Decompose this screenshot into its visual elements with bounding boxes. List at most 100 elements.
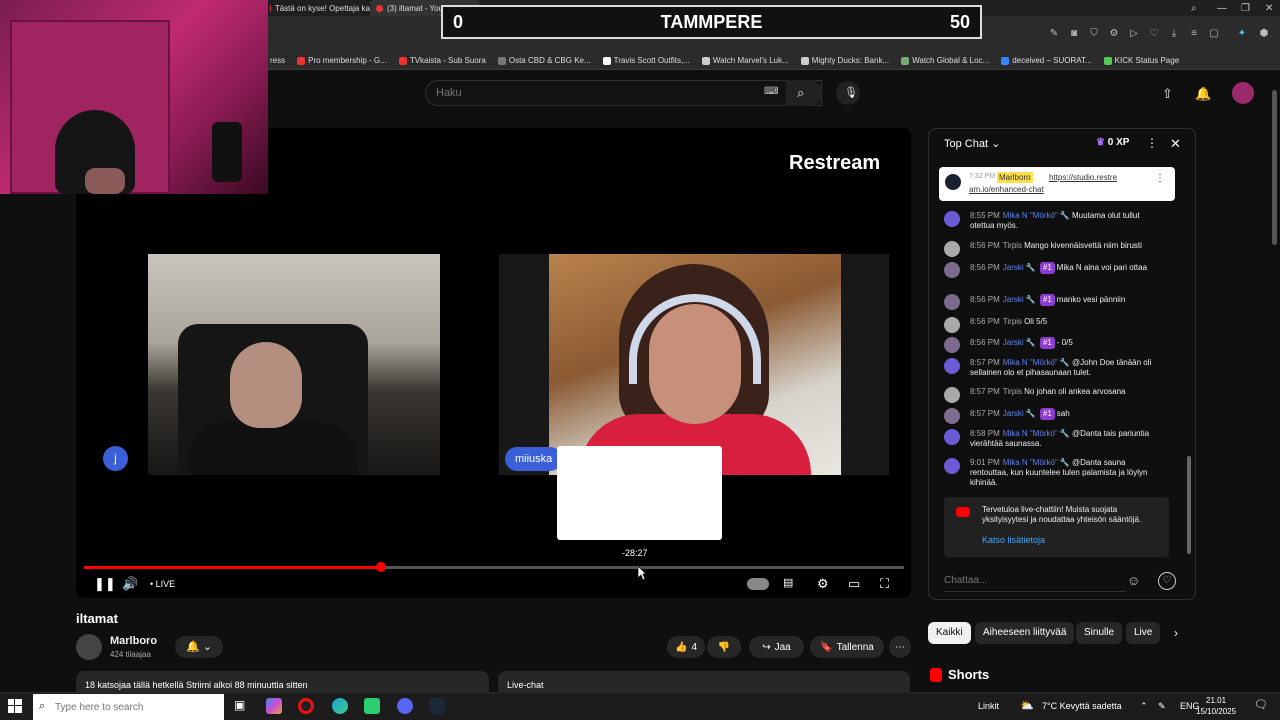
menu-icon[interactable]: ≡ [1188, 28, 1200, 40]
browser-tab[interactable]: Tästä on kyse! Opettaja ka [270, 0, 370, 16]
links-label[interactable]: Linkit [978, 701, 999, 711]
avatar[interactable] [944, 262, 960, 278]
like-button[interactable]: 👍 4 [667, 636, 705, 658]
emoji-icon[interactable]: ☺ [1127, 573, 1140, 588]
tray-chevron-icon[interactable]: ⌃ [1140, 701, 1148, 712]
avatar[interactable] [944, 429, 960, 445]
close-chat-icon[interactable]: ✕ [1170, 136, 1181, 152]
pinned-message[interactable]: 7:32 PM Marlboro https://studio.restre a… [939, 167, 1175, 201]
heart-icon[interactable]: ♡ [1158, 572, 1176, 590]
channel-name[interactable]: Marlboro [110, 635, 157, 647]
search-bar[interactable]: ⌨ [425, 80, 822, 106]
heart-icon[interactable]: ♡ [1148, 28, 1160, 40]
message-author[interactable]: Tirpis [1003, 317, 1022, 326]
chat-mode-selector[interactable]: Top Chat ⌄ [944, 137, 1000, 150]
edit-icon[interactable]: ✎ [1048, 28, 1060, 40]
page-scrollbar[interactable] [1272, 90, 1277, 245]
notification-center-icon[interactable]: 🗨 [1254, 698, 1268, 711]
save-button[interactable]: 🔖 Tallenna [810, 636, 884, 658]
share-button[interactable]: ↪ Jaa [749, 636, 804, 658]
shield-icon[interactable]: ⛉ [1088, 28, 1100, 40]
upload-icon[interactable]: ⇧ [1162, 86, 1173, 102]
bookmark[interactable]: ress [270, 56, 285, 65]
more-icon[interactable]: ⋮ [1155, 173, 1165, 184]
task-view-icon[interactable]: ▣ [234, 698, 250, 714]
notifications-bell-icon[interactable]: 🔔 [1195, 86, 1211, 102]
message-author[interactable]: Mika N "Mörkö" [1003, 458, 1058, 467]
minimize-icon[interactable]: — [1217, 3, 1227, 14]
captions-icon[interactable]: ▤ [783, 576, 793, 589]
learn-more-link[interactable]: Katso lisätietoja [982, 535, 1045, 545]
app-icon[interactable] [364, 698, 380, 714]
channel-avatar[interactable] [76, 634, 102, 660]
message-author[interactable]: Tirpis [1003, 387, 1022, 396]
message-author[interactable]: Mika N "Mörkö" [1003, 429, 1058, 438]
avatar[interactable] [944, 387, 960, 403]
bookmark[interactable]: TVkaista - Sub Suora [398, 56, 486, 65]
avatar[interactable] [944, 337, 960, 353]
extension-icon[interactable]: ✦ [1236, 28, 1248, 40]
discord-icon[interactable] [397, 698, 413, 714]
chat-input[interactable] [944, 570, 1126, 592]
download-icon[interactable]: ⤓ [1168, 28, 1180, 40]
weather-text[interactable]: 7°C Kevyttä sadetta [1042, 701, 1122, 711]
message-link[interactable]: https://studio.restre [1049, 173, 1117, 182]
avatar[interactable] [944, 211, 960, 227]
search-tabs-icon[interactable]: ⌕ [1191, 3, 1197, 14]
chat-menu-icon[interactable]: ⋮ [1146, 136, 1158, 150]
bookmark[interactable]: Watch Marvel's Luk... [701, 56, 789, 65]
autoplay-toggle[interactable] [747, 578, 769, 590]
chip-related[interactable]: Aiheeseen liittyvää [975, 622, 1075, 644]
progress-scrubber[interactable] [376, 562, 386, 572]
steam-icon[interactable] [429, 698, 445, 714]
gear-icon[interactable]: ⚙ [1108, 28, 1120, 40]
avatar[interactable] [944, 294, 960, 310]
bookmark[interactable]: Mighty Ducks: Bank... [800, 56, 889, 65]
message-author[interactable]: Jarski [1003, 263, 1024, 272]
message-author[interactable]: Mika N "Mörkö" [1003, 211, 1058, 220]
pause-button[interactable]: ❚❚ [94, 576, 116, 592]
settings-gear-icon[interactable]: ⚙ [817, 576, 829, 592]
bookmark[interactable]: KICK Status Page [1103, 56, 1179, 65]
avatar[interactable] [944, 358, 960, 374]
more-actions-button[interactable]: ⋯ [889, 636, 911, 658]
avatar[interactable] [944, 458, 960, 474]
dislike-button[interactable]: 👎 [707, 636, 741, 658]
chip-for-you[interactable]: Sinulle [1076, 622, 1123, 644]
bookmark[interactable]: deceived – SUORAT... [1001, 56, 1092, 65]
windows-start-icon[interactable] [8, 699, 22, 713]
theater-mode-icon[interactable]: ▭ [848, 576, 860, 592]
taskbar-search-input[interactable] [55, 699, 215, 715]
bookmark[interactable]: Osta CBD & CBG Ke... [497, 56, 591, 65]
message-author[interactable]: Jarski [1003, 338, 1024, 347]
search-input[interactable] [426, 81, 726, 105]
chevron-right-icon[interactable]: › [1174, 626, 1178, 640]
notification-bell-button[interactable]: 🔔 ⌄ [175, 636, 223, 658]
taskbar-search[interactable]: ⌕ [33, 694, 224, 720]
xp-badge[interactable]: ♛ 0 XP [1096, 137, 1129, 148]
maximize-icon[interactable]: ❐ [1241, 3, 1250, 14]
account-avatar[interactable] [1232, 82, 1254, 104]
play-icon[interactable]: ▷ [1128, 28, 1140, 40]
fullscreen-icon[interactable]: ⛶ [880, 576, 889, 592]
bookmark[interactable]: Watch Global & Loc... [901, 56, 989, 65]
chat-scrollbar[interactable] [1187, 456, 1191, 554]
edge-icon[interactable] [332, 698, 348, 714]
message-author[interactable]: Jarski [1003, 295, 1024, 304]
close-window-icon[interactable]: ✕ [1265, 3, 1273, 14]
copilot-icon[interactable] [266, 698, 282, 714]
camera-icon[interactable]: ◙ [1068, 28, 1080, 40]
message-link[interactable]: am.io/enhanced-chat [969, 185, 1044, 194]
avatar[interactable] [944, 241, 960, 257]
avatar[interactable] [944, 317, 960, 333]
live-indicator[interactable]: • LIVE [150, 579, 175, 589]
message-author[interactable]: Tirpis [1003, 241, 1022, 250]
bookmark[interactable]: Travis Scott Outfits,... [602, 56, 690, 65]
message-author[interactable]: Mika N "Mörkö" [1003, 358, 1058, 367]
bookmark[interactable]: Pro membership - G... [297, 56, 387, 65]
search-button[interactable]: ⌕ [786, 80, 822, 106]
chip-live[interactable]: Live [1126, 622, 1161, 644]
lock-icon[interactable]: ▢ [1208, 28, 1220, 40]
taskbar-clock[interactable]: 21.01 15/10/2025 [1196, 695, 1236, 717]
volume-icon[interactable]: 🔊 [122, 576, 138, 592]
